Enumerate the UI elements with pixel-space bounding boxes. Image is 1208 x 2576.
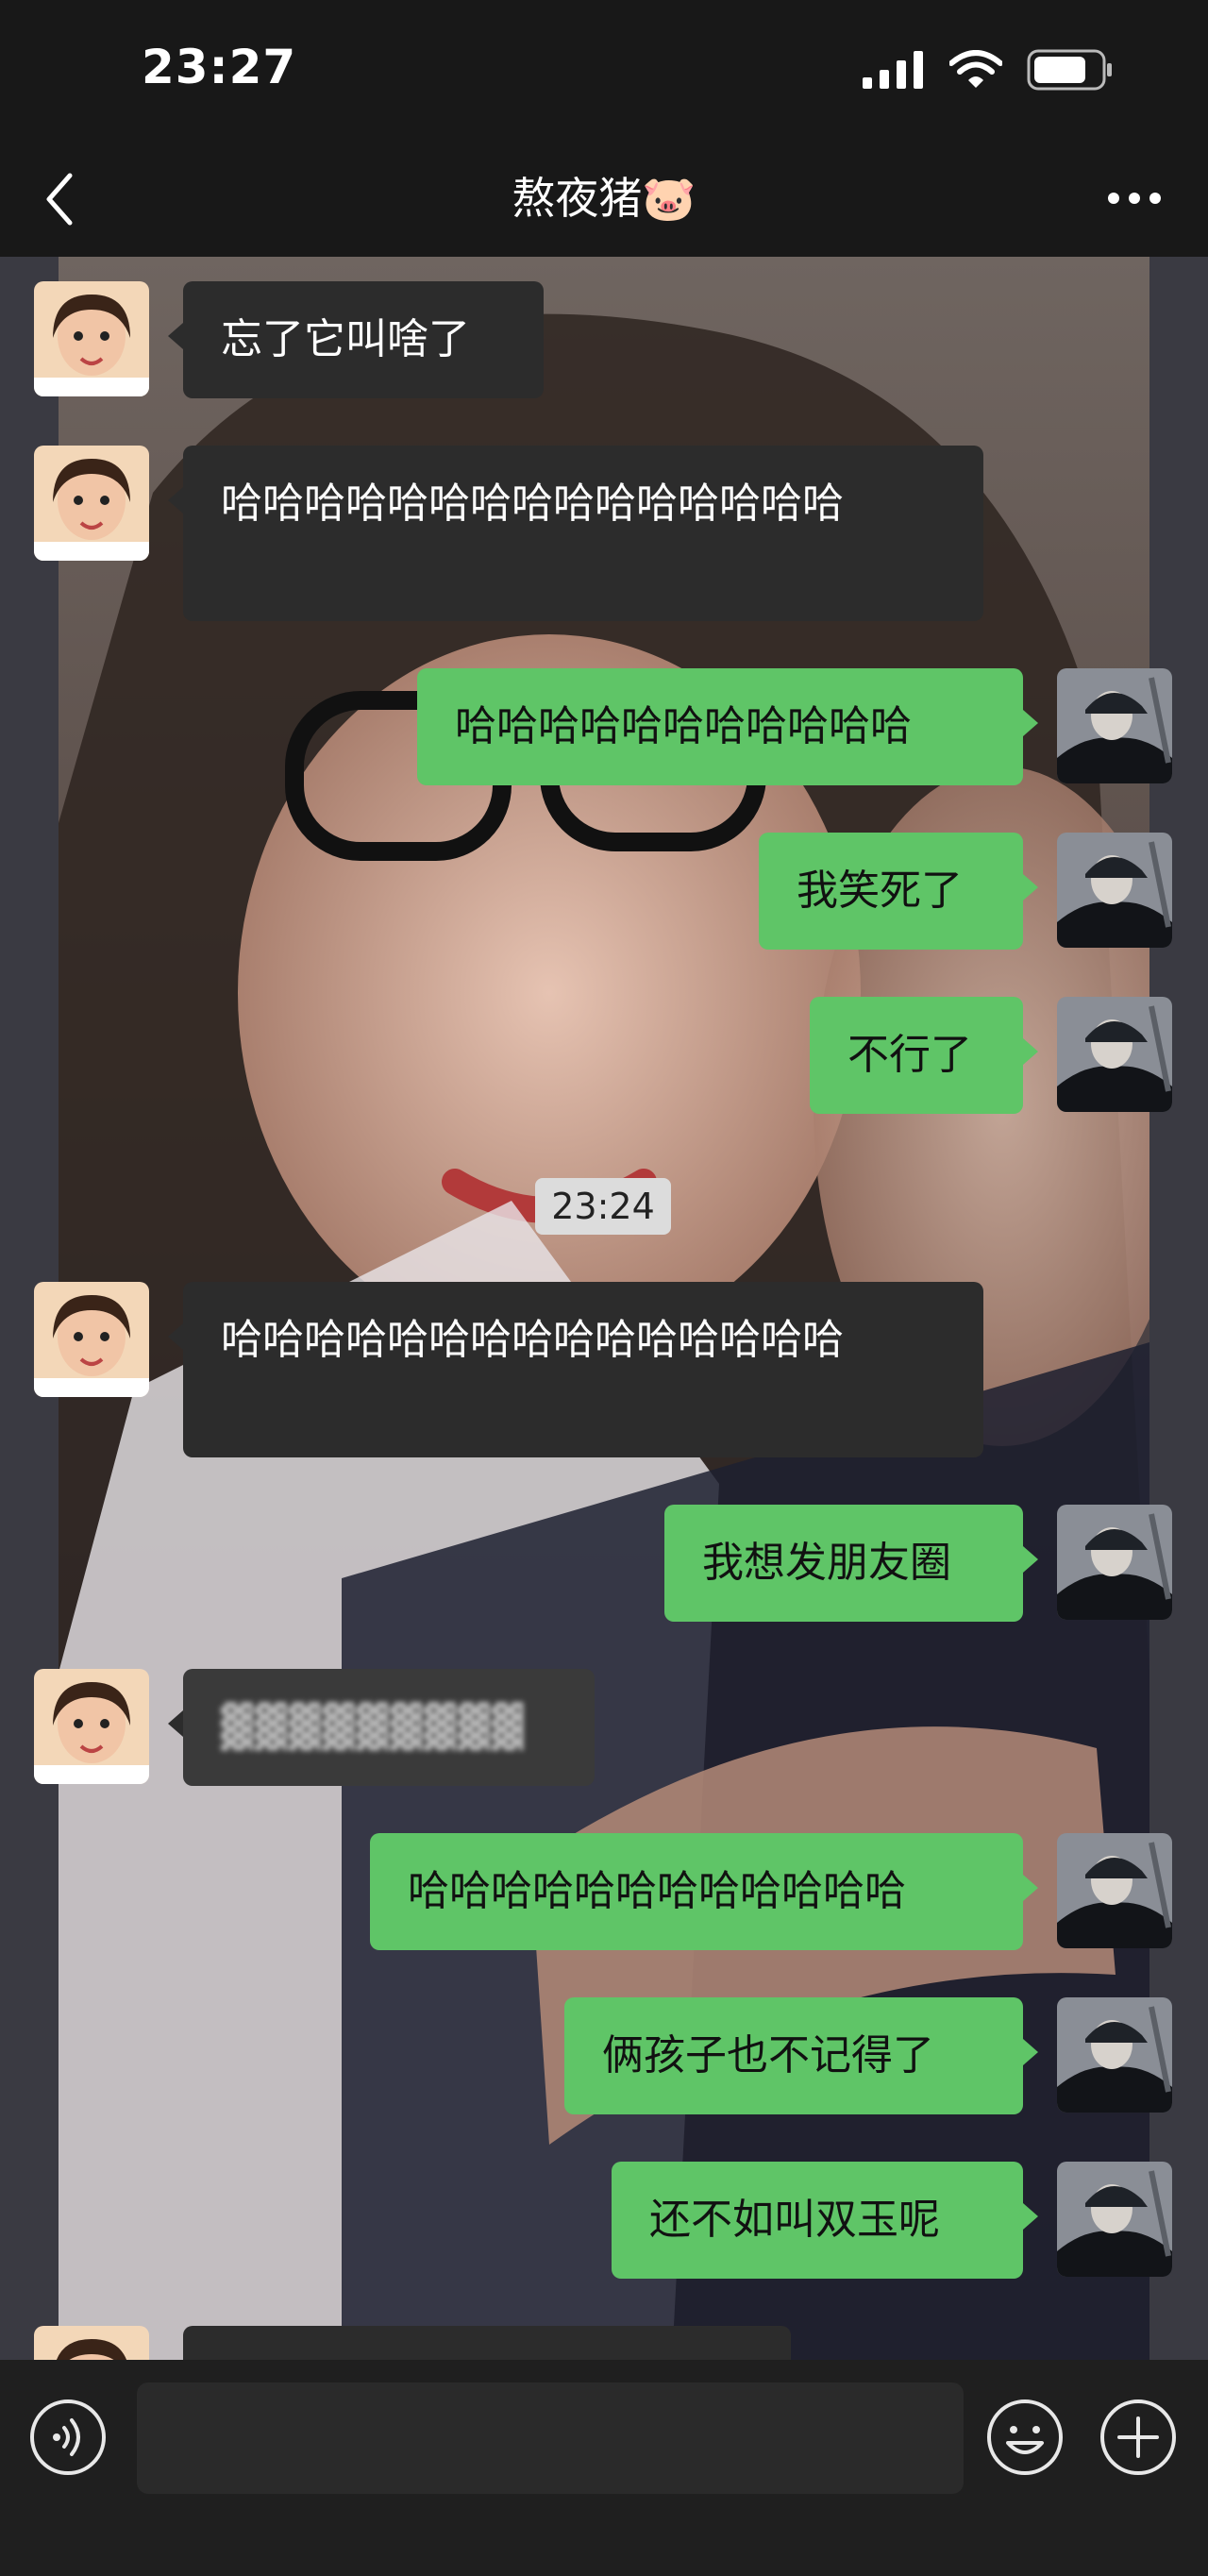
- timestamp: 23:24: [535, 1178, 671, 1235]
- my-avatar[interactable]: [1057, 1997, 1172, 2113]
- my-avatar[interactable]: [1057, 1505, 1172, 1620]
- partial-message-bubble[interactable]: [183, 2326, 791, 2360]
- signal-icon: [863, 51, 923, 89]
- message-bubble[interactable]: 哈哈哈哈哈哈哈哈哈哈哈哈: [370, 1833, 1038, 1950]
- contact-avatar[interactable]: [34, 446, 149, 561]
- more-icon[interactable]: [1106, 184, 1163, 212]
- message-bubble[interactable]: 我笑死了: [759, 833, 1038, 950]
- status-bar: 23:27: [0, 0, 1208, 142]
- message-bubble[interactable]: 我想发朋友圈: [664, 1505, 1038, 1622]
- message-bubble[interactable]: 哈哈哈哈哈哈哈哈哈哈哈哈哈哈哈: [168, 1282, 983, 1457]
- my-avatar[interactable]: [1057, 2162, 1172, 2277]
- blurred-text: ▓▓▓▓▓▓▓▓▓: [221, 1703, 526, 1751]
- contact-avatar[interactable]: [34, 1282, 149, 1397]
- message-bubble[interactable]: 哈哈哈哈哈哈哈哈哈哈哈: [417, 668, 1038, 785]
- blurred-message-bubble[interactable]: ▓▓▓▓▓▓▓▓▓: [168, 1669, 595, 1786]
- my-avatar[interactable]: [1057, 1833, 1172, 1948]
- my-avatar[interactable]: [1057, 997, 1172, 1112]
- message-bubble[interactable]: 忘了它叫啥了: [168, 281, 544, 398]
- chat-title: 熬夜猪🐷: [512, 173, 696, 224]
- chat-area[interactable]: 忘了它叫啥了 哈哈哈哈哈哈哈哈哈哈哈哈哈哈哈 哈哈哈哈哈哈哈哈哈哈哈 我笑死了 …: [0, 257, 1208, 2360]
- chat-header: 熬夜猪🐷: [0, 142, 1208, 257]
- status-time: 23:27: [142, 40, 297, 94]
- my-avatar[interactable]: [1057, 668, 1172, 783]
- emoji-icon[interactable]: [985, 2398, 1065, 2477]
- plus-icon[interactable]: [1099, 2398, 1178, 2477]
- voice-icon[interactable]: [28, 2398, 108, 2477]
- input-bar: [0, 2360, 1208, 2576]
- message-bubble[interactable]: 还不如叫双玉呢: [612, 2162, 1038, 2279]
- wifi-icon: [949, 50, 1002, 88]
- contact-avatar[interactable]: [34, 2326, 149, 2360]
- my-avatar[interactable]: [1057, 833, 1172, 948]
- contact-avatar[interactable]: [34, 1669, 149, 1784]
- message-bubble[interactable]: 俩孩子也不记得了: [564, 1997, 1038, 2114]
- contact-avatar[interactable]: [34, 281, 149, 396]
- message-bubble[interactable]: 不行了: [810, 997, 1038, 1114]
- status-icons: [863, 49, 1114, 91]
- battery-icon: [1027, 49, 1112, 91]
- message-input[interactable]: [137, 2382, 964, 2494]
- message-bubble[interactable]: 哈哈哈哈哈哈哈哈哈哈哈哈哈哈哈: [168, 446, 983, 621]
